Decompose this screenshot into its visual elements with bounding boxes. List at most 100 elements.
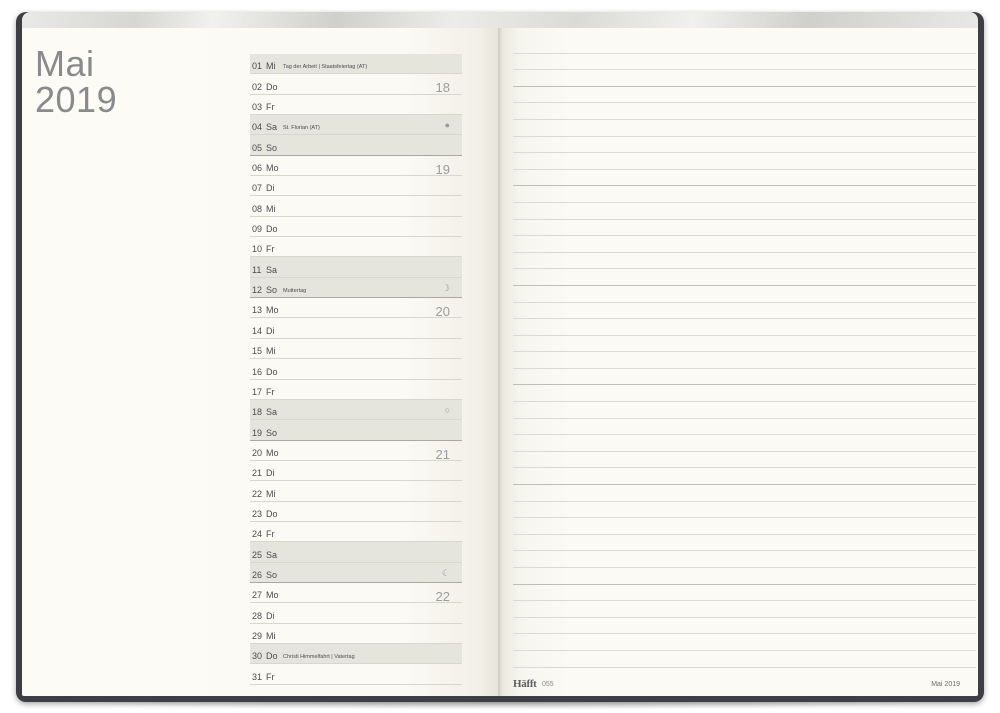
day-weekday: Sa [266,549,278,560]
note-line[interactable] [513,352,976,369]
day-row[interactable]: 01 Mi Tag der Arbeit | Staatsfeiertag (AT) [250,54,462,75]
note-line[interactable] [513,634,976,651]
day-row[interactable]: 28 Di [250,603,462,624]
day-row[interactable]: 10 Fr [250,237,462,258]
day-number: 14 [252,325,263,336]
note-line[interactable] [513,402,976,419]
note-line[interactable] [513,385,976,403]
note-line[interactable] [513,535,976,552]
note-line[interactable] [513,435,976,452]
note-line[interactable] [513,269,976,286]
note-line[interactable] [513,103,976,120]
note-line[interactable] [513,502,976,519]
note-line[interactable] [513,485,976,502]
day-row[interactable]: 11 Sa [250,257,462,278]
page-number: 055 [542,681,554,688]
day-weekday: Di [266,325,275,336]
week-number: 19 [435,161,450,177]
day-row[interactable]: 14 Di [250,318,462,339]
day-row[interactable]: 03 Fr [250,95,462,116]
day-weekday: Mi [266,346,276,357]
day-weekday: Sa [266,407,278,418]
day-number: 13 [252,305,263,316]
day-number: 19 [252,427,263,438]
day-row[interactable]: 31 Fr [250,664,462,685]
day-row[interactable]: 08 Mi [250,196,462,217]
day-row[interactable]: 19 So [250,420,462,441]
day-weekday: Do [266,366,278,377]
day-number: 07 [252,183,263,194]
day-weekday: Do [266,81,278,92]
day-weekday: Sa [266,264,278,275]
note-line[interactable] [513,54,976,71]
note-line[interactable] [513,551,976,568]
day-weekday: Mo [266,163,279,174]
day-row[interactable]: 30 Do Christi Himmelfahrt | Vatertag [250,643,462,665]
note-line[interactable] [513,137,976,154]
note-line[interactable] [513,120,976,137]
day-row[interactable]: 22 Mi [250,481,462,502]
note-line[interactable] [513,186,976,203]
note-line[interactable] [513,220,976,237]
notes-lines [513,37,976,668]
day-number: 15 [252,346,263,357]
note-line[interactable] [513,170,976,187]
day-row[interactable]: 26 So ☾ [250,562,462,583]
note-line[interactable] [513,651,976,668]
day-row[interactable]: 18 Sa ○ [250,399,462,421]
day-row[interactable]: 09 Do [250,217,462,238]
day-row[interactable]: 02 Do 18 [250,74,462,96]
day-row[interactable]: 15 Mi [250,339,462,360]
day-row[interactable]: 24 Fr [250,522,462,543]
month-label: Mai [35,43,95,84]
holiday-label: St. Florian (AT) [283,125,320,132]
day-number: 02 [252,81,263,92]
note-line[interactable] [513,585,976,602]
day-number: 28 [252,610,263,621]
day-row[interactable]: 23 Do [250,502,462,522]
note-line[interactable] [513,303,976,320]
note-line[interactable] [513,319,976,336]
note-line[interactable] [513,452,976,469]
day-row[interactable]: 21 Di [250,461,462,482]
day-row[interactable]: 06 Mo 19 [250,156,462,177]
day-number: 26 [252,569,263,580]
day-row[interactable]: 27 Mo 22 [250,583,462,604]
day-weekday: Mi [266,61,276,72]
note-line[interactable] [513,601,976,618]
note-line[interactable] [513,369,976,386]
note-line[interactable] [513,336,976,353]
day-number: 18 [252,407,263,418]
day-number: 30 [252,651,263,662]
note-line[interactable] [513,203,976,220]
holiday-label: Muttertag [283,288,307,295]
note-line[interactable] [513,468,976,486]
week-number: 18 [435,80,450,96]
day-number: 27 [252,590,263,601]
day-row[interactable]: 20 Mo 21 [250,441,462,462]
note-line[interactable] [513,419,976,436]
note-line[interactable] [513,253,976,270]
day-list: 01 Mi Tag der Arbeit | Staatsfeiertag (AT)… [250,54,462,685]
day-row[interactable]: 12 So Muttertag ☽ [250,277,462,299]
day-weekday: Fr [266,102,275,113]
note-line[interactable] [513,37,976,54]
note-line[interactable] [513,87,976,104]
note-line[interactable] [513,286,976,303]
day-row[interactable]: 05 So [250,135,462,156]
moon-phase-icon: ● [444,120,450,131]
day-row[interactable]: 25 Sa [250,542,462,563]
note-line[interactable] [513,236,976,253]
note-line[interactable] [513,153,976,170]
day-row[interactable]: 29 Mi [250,624,462,644]
day-row[interactable]: 13 Mo 20 [250,298,462,319]
note-line[interactable] [513,70,976,87]
day-row[interactable]: 07 Di [250,176,462,197]
day-row[interactable]: 16 Do [250,359,462,380]
day-weekday: Fr [266,671,275,682]
day-row[interactable]: 04 Sa St. Florian (AT) ● [250,115,462,136]
day-row[interactable]: 17 Fr [250,380,462,400]
note-line[interactable] [513,568,976,585]
note-line[interactable] [513,518,976,535]
note-line[interactable] [513,618,976,635]
